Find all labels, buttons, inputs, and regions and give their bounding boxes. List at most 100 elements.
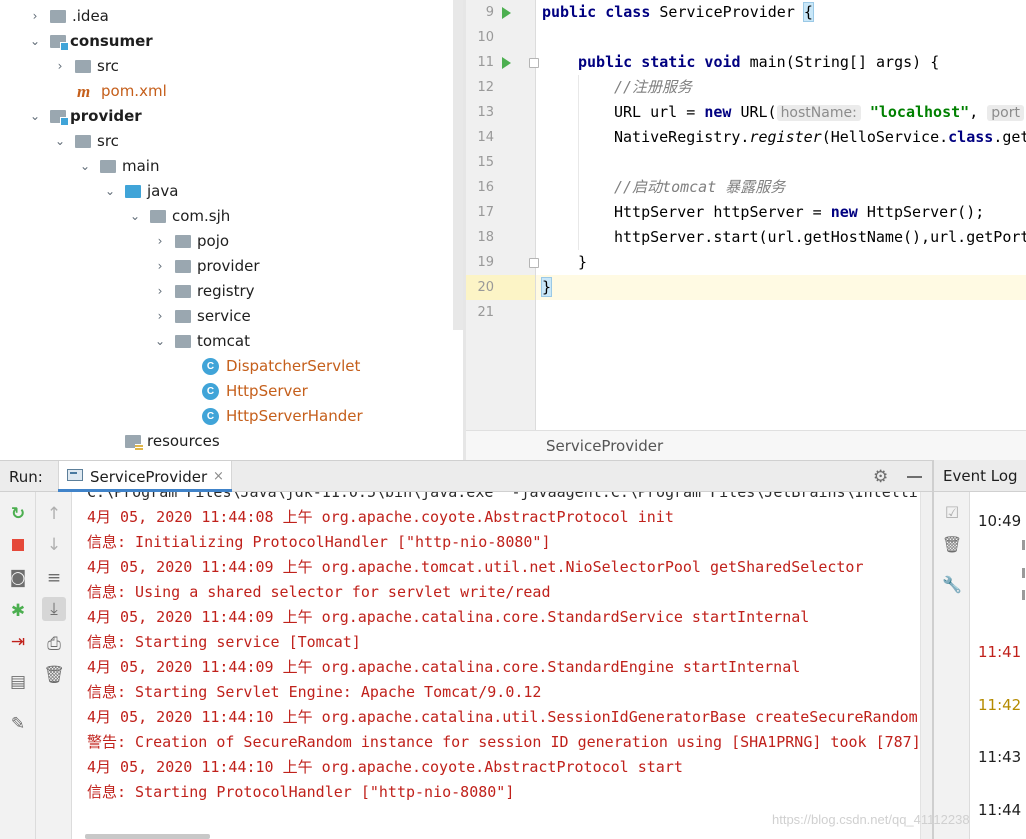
code-line-19: } <box>578 253 588 271</box>
keyword: class <box>948 128 994 146</box>
console-scrollbar[interactable] <box>920 492 932 839</box>
run-tab[interactable]: ServiceProvider × <box>58 461 232 492</box>
keyword: public class <box>542 3 660 21</box>
code-text: NativeRegistry. <box>614 128 750 146</box>
console-line: 4月 05, 2020 11:44:10 上午 org.apache.catal… <box>87 708 918 726</box>
mark-read-icon[interactable]: ☑ <box>941 502 963 524</box>
chevron-down-icon[interactable]: ⌄ <box>28 29 42 54</box>
project-tree-scrollbar[interactable] <box>453 0 463 330</box>
console-horizontal-scrollbar[interactable] <box>85 834 210 839</box>
chevron-right-icon[interactable]: › <box>153 304 167 329</box>
chevron-right-icon[interactable]: › <box>28 4 42 29</box>
debug-settings-icon[interactable]: ✱ <box>6 599 30 623</box>
tree-item-label: HttpServer <box>226 382 308 400</box>
console-line: 信息: Using a shared selector for servlet … <box>87 583 551 601</box>
event-log-title[interactable]: Event Log <box>943 467 1018 485</box>
minimize-icon[interactable] <box>907 476 922 478</box>
tree-item[interactable]: › .idea <box>0 4 450 29</box>
event-log-toolbar: ☑ 🗑 🔧 <box>934 492 970 839</box>
console-line: 4月 05, 2020 11:44:08 上午 org.apache.coyot… <box>87 508 674 526</box>
event-time: 11:41 <box>978 643 1022 661</box>
console-line: 4月 05, 2020 11:44:09 上午 org.apache.catal… <box>87 608 810 626</box>
fold-icon[interactable] <box>529 258 539 268</box>
tree-item[interactable]: resources <box>0 429 450 454</box>
trash-icon[interactable]: 🗑 <box>941 534 963 556</box>
tree-item[interactable]: ⌄ tomcat <box>0 329 450 354</box>
class-icon: C <box>202 383 219 400</box>
tree-item[interactable]: › registry <box>0 279 450 304</box>
wrench-icon[interactable]: 🔧 <box>941 574 963 596</box>
line-number: 19 <box>477 255 494 270</box>
tree-item[interactable]: C HttpServerHander <box>0 404 450 429</box>
up-icon[interactable]: ↑ <box>42 502 66 526</box>
tree-item[interactable]: › src <box>0 54 450 79</box>
tree-item[interactable]: C DispatcherServlet <box>0 354 450 379</box>
tree-item-label: pojo <box>197 232 230 250</box>
chevron-down-icon[interactable]: ⌄ <box>28 104 42 129</box>
chevron-down-icon[interactable]: ⌄ <box>53 129 67 154</box>
code-line-17: HttpServer httpServer = new HttpServer()… <box>614 200 984 225</box>
run-main-icon[interactable] <box>502 57 511 69</box>
tree-item[interactable]: ⌄ main <box>0 154 450 179</box>
tree-item[interactable]: › service <box>0 304 450 329</box>
console-line: 信息: Initializing ProtocolHandler ["http-… <box>87 533 551 551</box>
stop-icon[interactable] <box>6 533 30 557</box>
tree-item[interactable]: ⌄ provider <box>0 104 450 129</box>
folder-icon <box>75 60 91 73</box>
event-time: 11:43 <box>978 748 1022 766</box>
chevron-down-icon[interactable]: ⌄ <box>153 329 167 354</box>
console-toolbar: ↑ ↓ ≡ ⤓ ⎙ 🗑 <box>36 492 72 839</box>
source-folder-icon <box>125 185 141 198</box>
run-toolbar: ↻ ◙ ✱ ⇥ ▤ ✎ <box>0 492 36 839</box>
chevron-down-icon[interactable]: ⌄ <box>103 179 117 204</box>
exit-icon[interactable]: ⇥ <box>6 630 30 654</box>
chevron-down-icon[interactable]: ⌄ <box>128 204 142 229</box>
trash-icon[interactable]: 🗑 <box>42 663 66 687</box>
tree-item[interactable]: ⌄ src <box>0 129 450 154</box>
matched-brace: { <box>802 2 814 22</box>
fold-icon[interactable] <box>529 58 539 68</box>
layout-icon[interactable]: ▤ <box>6 670 30 694</box>
rerun-icon[interactable]: ↻ <box>6 502 30 526</box>
scroll-to-end-icon[interactable]: ⤓ <box>42 597 66 621</box>
close-tab-icon[interactable]: × <box>213 469 224 484</box>
camera-icon[interactable]: ◙ <box>6 566 30 590</box>
soft-wrap-icon[interactable]: ≡ <box>42 566 66 590</box>
tree-item[interactable]: C HttpServer <box>0 379 450 404</box>
class-icon: C <box>202 408 219 425</box>
gear-icon[interactable]: ⚙ <box>873 467 888 487</box>
event-text-fragment <box>1022 590 1025 600</box>
code-comment: //注册服务 <box>614 78 693 96</box>
tree-item-label: src <box>97 132 119 150</box>
code-editor[interactable]: 9 10 11 12 13 14 15 16 17 18 19 20 21 pu… <box>466 0 1026 460</box>
event-text-fragment <box>1022 540 1025 550</box>
chevron-right-icon[interactable]: › <box>153 279 167 304</box>
pin-icon[interactable]: ✎ <box>6 712 30 736</box>
chevron-down-icon[interactable]: ⌄ <box>78 154 92 179</box>
chevron-right-icon[interactable]: › <box>53 54 67 79</box>
chevron-right-icon[interactable]: › <box>153 229 167 254</box>
tree-item-label: tomcat <box>197 332 250 350</box>
run-class-icon[interactable] <box>502 7 511 19</box>
tree-item[interactable]: › provider <box>0 254 450 279</box>
console-output[interactable]: C:\Program Files\Java\jdk-11.0.5\bin\jav… <box>72 492 920 839</box>
folder-icon <box>50 10 66 23</box>
line-number: 15 <box>477 155 494 170</box>
tree-item[interactable]: ⌄ consumer <box>0 29 450 54</box>
line-number: 14 <box>477 130 494 145</box>
line-number: 10 <box>477 30 494 45</box>
breadcrumb[interactable]: ServiceProvider <box>546 437 663 455</box>
module-folder-icon <box>50 110 69 126</box>
code-line-9: public class ServiceProvider { <box>542 0 814 25</box>
line-number: 9 <box>485 5 494 20</box>
tree-item[interactable]: › pojo <box>0 229 450 254</box>
tree-item[interactable]: ⌄ com.sjh <box>0 204 450 229</box>
tree-item[interactable]: ⌄ java <box>0 179 450 204</box>
chevron-right-icon[interactable]: › <box>153 254 167 279</box>
print-icon[interactable]: ⎙ <box>42 632 66 656</box>
code-text: main(String[] args) { <box>749 53 940 71</box>
down-icon[interactable]: ↓ <box>42 533 66 557</box>
run-tab-label: ServiceProvider <box>90 468 208 486</box>
tree-item[interactable]: m pom.xml <box>0 79 450 104</box>
keyword: new <box>830 203 867 221</box>
